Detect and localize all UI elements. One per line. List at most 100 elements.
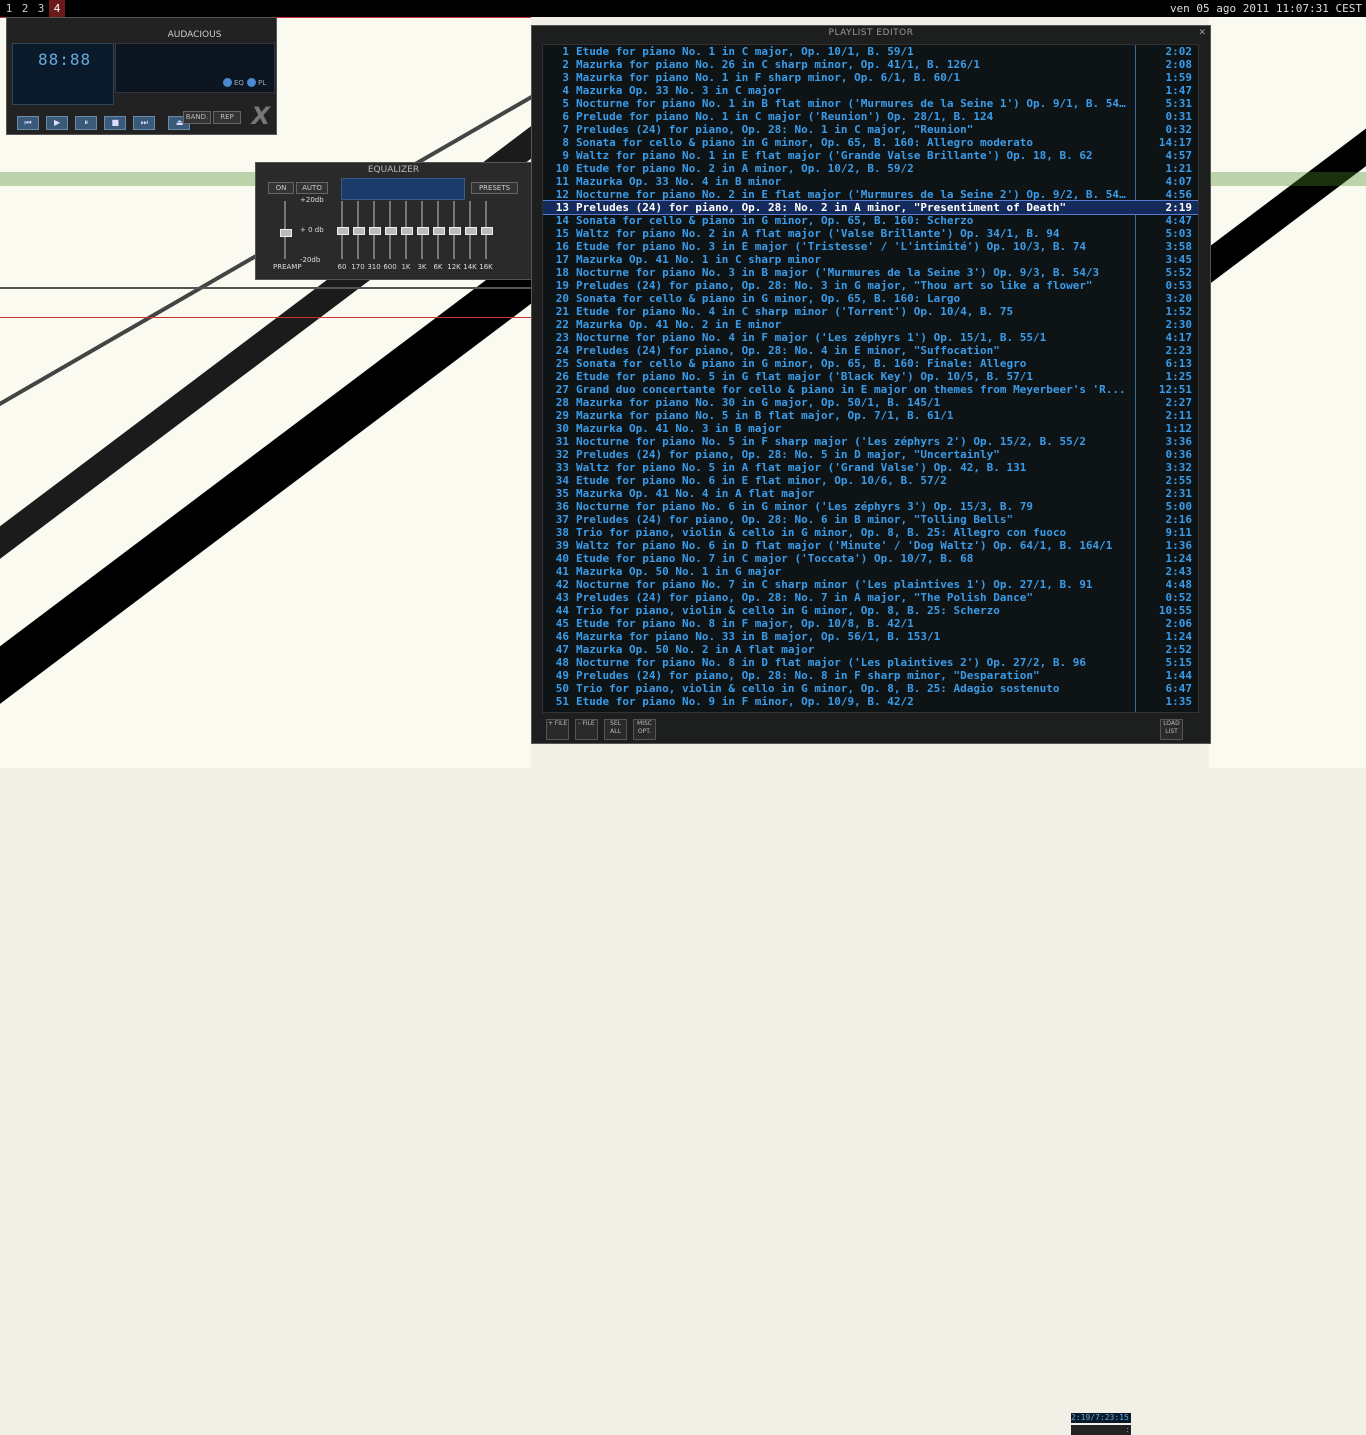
playlist-row[interactable]: 49 Preludes (24) for piano, Op. 28: No. 8… (543, 669, 1198, 682)
playlist-row[interactable]: 3 Mazurka for piano No. 1 in F sharp mino… (543, 71, 1198, 84)
playlist-row[interactable]: 51 Etude for piano No. 9 in F minor, Op. … (543, 695, 1198, 708)
playlist-row[interactable]: 26 Etude for piano No. 5 in G flat major … (543, 370, 1198, 383)
playlist-row[interactable]: 40 Etude for piano No. 7 in C major ('Toc… (543, 552, 1198, 565)
misc-options-button[interactable]: MISC OPT. (633, 719, 656, 740)
playlist-row[interactable]: 39 Waltz for piano No. 6 in D flat major … (543, 539, 1198, 552)
eq-band-slider[interactable] (449, 201, 461, 259)
audacious-logo: X (251, 102, 270, 130)
playlist-row[interactable]: 29 Mazurka for piano No. 5 in B flat majo… (543, 409, 1198, 422)
playlist-row[interactable]: 47 Mazurka Op. 50 No. 2 in A flat major 2:… (543, 643, 1198, 656)
playlist-row[interactable]: 27 Grand duo concertante for cello & pian… (543, 383, 1198, 396)
shuffle-button[interactable]: BAND. (183, 111, 211, 124)
eq-band-slider[interactable] (417, 201, 429, 259)
eq-presets-button[interactable]: PRESETS (471, 182, 518, 194)
playlist-row[interactable]: 38 Trio for piano, violin & cello in G mi… (543, 526, 1198, 539)
playlist-row[interactable]: 14 Sonata for cello & piano in G minor, O… (543, 214, 1198, 227)
workspace-4[interactable]: 4 (49, 0, 65, 17)
playlist-row[interactable]: 16 Etude for piano No. 3 in E major ('Tri… (543, 240, 1198, 253)
eq-auto-button[interactable]: AUTO (296, 182, 328, 194)
playlist-row[interactable]: 25 Sonata for cello & piano in G minor, O… (543, 357, 1198, 370)
playlist-row[interactable]: 1 Etude for piano No. 1 in C major, Op. 1… (543, 45, 1198, 58)
playlist-row[interactable]: 35 Mazurka Op. 41 No. 4 in A flat major 2:… (543, 487, 1198, 500)
playlist-row[interactable]: 6 Prelude for piano No. 1 in C major ('Re… (543, 110, 1198, 123)
playlist-row[interactable]: 22 Mazurka Op. 41 No. 2 in E minor 2:30 (543, 318, 1198, 331)
eq-band-slider[interactable] (401, 201, 413, 259)
close-icon[interactable]: ✕ (1198, 28, 1206, 38)
eq-band-slider[interactable] (385, 201, 397, 259)
preamp-slider[interactable] (280, 201, 292, 259)
playlist-row[interactable]: 21 Etude for piano No. 4 in C sharp minor… (543, 305, 1198, 318)
playlist-row[interactable]: 33 Waltz for piano No. 5 in A flat major … (543, 461, 1198, 474)
playlist-row[interactable]: 20 Sonata for cello & piano in G minor, O… (543, 292, 1198, 305)
audacious-main-window[interactable]: 88:88 AUDACIOUS EQ PL ⏮ ▶ ⏸ ■ ⏭ ⏏ BAND. … (6, 17, 277, 135)
repeat-button[interactable]: REP (213, 111, 241, 124)
eq-band-slider[interactable] (465, 201, 477, 259)
playlist-row[interactable]: 48 Nocturne for piano No. 8 in D flat maj… (543, 656, 1198, 669)
remove-file-button[interactable]: - FILE (575, 719, 598, 740)
playlist-row[interactable]: 30 Mazurka Op. 41 No. 3 in B major 1:12 (543, 422, 1198, 435)
track-title: Grand duo concertante for cello & piano … (576, 383, 1126, 396)
track-number: 37 (555, 513, 569, 526)
playlist-row[interactable]: 11 Mazurka Op. 33 No. 4 in B minor 4:07 (543, 175, 1198, 188)
playlist-row[interactable]: 19 Preludes (24) for piano, Op. 28: No. 3… (543, 279, 1198, 292)
playlist-row[interactable]: 8 Sonata for cello & piano in G minor, Op… (543, 136, 1198, 149)
playlist-row[interactable]: 31 Nocturne for piano No. 5 in F sharp ma… (543, 435, 1198, 448)
track-number: 5 (562, 97, 569, 110)
eq-band-slider[interactable] (337, 201, 349, 259)
playlist-row[interactable]: 13 Preludes (24) for piano, Op. 28: No. 2… (543, 200, 1198, 215)
previous-button[interactable]: ⏮ (17, 116, 39, 130)
next-button[interactable]: ⏭ (133, 116, 156, 130)
playlist-row[interactable]: 4 Mazurka Op. 33 No. 3 in C major 1:47 (543, 84, 1198, 97)
playlist-row[interactable]: 7 Preludes (24) for piano, Op. 28: No. 1 … (543, 123, 1198, 136)
equalizer-window[interactable]: EQUALIZER ON AUTO PRESETS +20db + 0 db -… (255, 162, 532, 280)
playlist-list[interactable]: 1 Etude for piano No. 1 in C major, Op. 1… (542, 44, 1199, 713)
pl-toggle-icon[interactable] (247, 78, 256, 87)
track-title: Nocturne for piano No. 5 in F sharp majo… (576, 435, 1086, 448)
playlist-row[interactable]: 5 Nocturne for piano No. 1 in B flat mino… (543, 97, 1198, 110)
play-button[interactable]: ▶ (46, 116, 69, 130)
eq-band-slider[interactable] (353, 201, 365, 259)
track-length: 2:52 (1165, 643, 1193, 656)
playlist-row[interactable]: 44 Trio for piano, violin & cello in G mi… (543, 604, 1198, 617)
playlist-row[interactable]: 46 Mazurka for piano No. 33 in B major, O… (543, 630, 1198, 643)
playlist-row[interactable]: 28 Mazurka for piano No. 30 in G major, O… (543, 396, 1198, 409)
playlist-row[interactable]: 50 Trio for piano, violin & cello in G mi… (543, 682, 1198, 695)
eq-band-slider[interactable] (481, 201, 493, 259)
playlist-row[interactable]: 37 Preludes (24) for piano, Op. 28: No. 6… (543, 513, 1198, 526)
playlist-row[interactable]: 17 Mazurka Op. 41 No. 1 in C sharp minor 3… (543, 253, 1198, 266)
playlist-row[interactable]: 12 Nocturne for piano No. 2 in E flat maj… (543, 188, 1198, 201)
playlist-row[interactable]: 36 Nocturne for piano No. 6 in G minor ('… (543, 500, 1198, 513)
workspace-1[interactable]: 1 (1, 0, 17, 17)
track-title: Mazurka for piano No. 33 in B major, Op.… (576, 630, 941, 643)
eq-toggle-icon[interactable] (223, 78, 232, 87)
playlist-row[interactable]: 32 Preludes (24) for piano, Op. 28: No. 5… (543, 448, 1198, 461)
playlist-row[interactable]: 24 Preludes (24) for piano, Op. 28: No. 4… (543, 344, 1198, 357)
track-length: 10:55 (1158, 604, 1192, 617)
pause-button[interactable]: ⏸ (75, 116, 98, 130)
playlist-row[interactable]: 18 Nocturne for piano No. 3 in B major ('… (543, 266, 1198, 279)
load-list-button[interactable]: LOAD LIST (1160, 719, 1183, 740)
track-title: Etude for piano No. 1 in C major, Op. 10… (576, 45, 914, 58)
playlist-row[interactable]: 41 Mazurka Op. 50 No. 1 in G major 2:43 (543, 565, 1198, 578)
eq-band-slider[interactable] (369, 201, 381, 259)
playlist-row[interactable]: 45 Etude for piano No. 8 in F major, Op. … (543, 617, 1198, 630)
playlist-row[interactable]: 9 Waltz for piano No. 1 in E flat major (… (543, 149, 1198, 162)
playlist-row[interactable]: 2 Mazurka for piano No. 26 in C sharp min… (543, 58, 1198, 71)
mini-transport[interactable]: : (1071, 1425, 1131, 1435)
track-number: 48 (555, 656, 569, 669)
playlist-row[interactable]: 23 Nocturne for piano No. 4 in F major ('… (543, 331, 1198, 344)
playlist-row[interactable]: 34 Etude for piano No. 6 in E flat minor,… (543, 474, 1198, 487)
eq-band-slider[interactable] (433, 201, 445, 259)
select-all-button[interactable]: SEL ALL (604, 719, 627, 740)
eq-on-button[interactable]: ON (268, 182, 294, 194)
stop-button[interactable]: ■ (104, 116, 127, 130)
workspace-2[interactable]: 2 (17, 0, 33, 17)
workspace-3[interactable]: 3 (33, 0, 49, 17)
add-file-button[interactable]: + FILE (546, 719, 569, 740)
playlist-row[interactable]: 15 Waltz for piano No. 2 in A flat major … (543, 227, 1198, 240)
playlist-row[interactable]: 10 Etude for piano No. 2 in A minor, Op. … (543, 162, 1198, 175)
playlist-row[interactable]: 42 Nocturne for piano No. 7 in C sharp mi… (543, 578, 1198, 591)
track-number: 28 (555, 396, 569, 409)
playlist-editor-window[interactable]: PLAYLIST EDITOR ✕ 1 Etude for piano No. 1… (531, 25, 1211, 1435)
playlist-row[interactable]: 43 Preludes (24) for piano, Op. 28: No. 7… (543, 591, 1198, 604)
